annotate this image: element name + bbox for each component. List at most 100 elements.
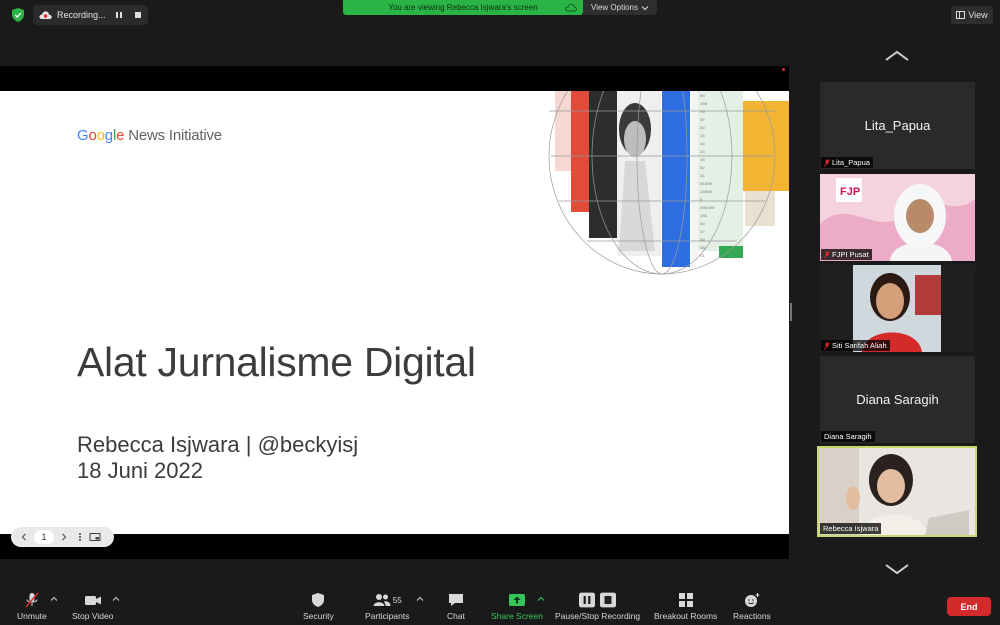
svg-text:64: 64	[700, 223, 705, 227]
logo-text: News Initiative	[124, 127, 222, 144]
svg-text:44: 44	[700, 143, 705, 147]
breakout-rooms-button[interactable]: Breakout Rooms	[654, 592, 717, 621]
muted-mic-icon	[824, 341, 830, 350]
audio-options-caret-icon[interactable]	[50, 596, 58, 602]
stop-icon	[600, 592, 617, 608]
logo-letter: G	[77, 127, 89, 144]
chevron-up-icon[interactable]	[884, 49, 910, 63]
cloud-icon	[565, 3, 577, 12]
chevron-down-icon	[641, 5, 649, 10]
chat-bubble-icon	[449, 594, 463, 606]
stop-video-label: Stop Video	[72, 611, 114, 621]
viewing-banner: You are viewing Rebecca Isjwara's screen	[343, 0, 583, 15]
more-options-icon[interactable]	[76, 532, 84, 542]
svg-text:38: 38	[700, 247, 705, 251]
active-speaker-tile[interactable]: Rebecca Isjwara	[817, 446, 977, 537]
shared-screen[interactable]: Google News Initiative 60 100 76 37 92 1…	[0, 66, 789, 559]
recording-label: Recording...	[57, 10, 106, 20]
top-bar: Recording... You are viewing Rebecca Isj…	[0, 0, 1000, 30]
participants-options-caret-icon[interactable]	[416, 596, 424, 602]
participant-tile[interactable]: FJP FJPI Pusat	[820, 174, 975, 261]
reactions-button[interactable]: Reactions	[733, 592, 771, 621]
logo-letter: o	[96, 127, 105, 144]
smiley-plus-icon	[744, 593, 760, 607]
chevron-down-icon[interactable]	[884, 562, 910, 576]
svg-text:41: 41	[700, 255, 705, 259]
stop-recording-icon[interactable]	[134, 11, 142, 19]
share-screen-button[interactable]: Share Screen	[491, 592, 543, 621]
next-slide-icon[interactable]	[59, 532, 69, 542]
svg-text:60: 60	[700, 95, 705, 99]
participant-tile[interactable]: Siti Sarifah Aliah	[820, 265, 975, 352]
svg-text:185: 185	[700, 215, 708, 219]
svg-text:23: 23	[700, 151, 705, 155]
participant-name: Rebecca Isjwara	[823, 524, 879, 533]
meeting-toolbar: Unmute Stop Video Security 55 Participan…	[0, 588, 1000, 625]
share-screen-icon	[508, 594, 525, 606]
page-number[interactable]: 1	[34, 530, 54, 544]
slide-author: Rebecca Isjwara | @beckyisj	[77, 432, 359, 457]
view-label: View	[968, 10, 988, 20]
breakout-rooms-icon	[678, 593, 693, 607]
chat-label: Chat	[447, 611, 465, 621]
view-button[interactable]: View	[951, 6, 993, 24]
chat-button[interactable]: Chat	[447, 592, 465, 621]
participant-name-center: Lita_Papua	[864, 118, 931, 133]
svg-text:92: 92	[700, 127, 705, 131]
share-options-caret-icon[interactable]	[537, 596, 545, 602]
panel-resize-handle[interactable]	[790, 303, 792, 321]
svg-text:99: 99	[700, 239, 705, 243]
security-shield-icon	[312, 593, 325, 607]
logo-letter: o	[88, 127, 97, 144]
stop-video-button[interactable]: Stop Video	[72, 592, 113, 621]
presenter-view-icon[interactable]	[89, 532, 101, 542]
svg-text:100: 100	[700, 103, 708, 107]
security-button[interactable]: Security	[303, 592, 334, 621]
reactions-label: Reactions	[733, 611, 771, 621]
participants-button[interactable]: 55 Participants	[365, 592, 409, 621]
google-news-initiative-logo: Google News Initiative	[77, 127, 222, 144]
participant-name: Diana Saragih	[824, 432, 872, 441]
participants-icon	[373, 594, 391, 606]
shield-icon	[12, 8, 24, 22]
logo-letter: e	[116, 127, 125, 144]
participant-label: FJPI Pusat	[821, 249, 872, 260]
svg-text:47: 47	[700, 231, 705, 235]
pause-recording-icon[interactable]	[115, 11, 123, 19]
participant-name: Siti Sarifah Aliah	[832, 341, 887, 350]
muted-mic-icon	[824, 158, 830, 167]
svg-text:206100: 206100	[700, 207, 715, 211]
svg-text:62: 62	[700, 167, 705, 171]
decorative-collage: 6010076 379218 442315 623181000 18000820…	[548, 91, 789, 275]
participant-label: Rebecca Isjwara	[820, 523, 882, 534]
viewing-banner-text: You are viewing Rebecca Isjwara's screen	[388, 3, 538, 12]
video-options-caret-icon[interactable]	[112, 596, 120, 602]
logo-letter: g	[104, 127, 113, 144]
muted-microphone-icon	[25, 592, 39, 608]
participant-label: Lita_Papua	[821, 157, 873, 168]
svg-text:31: 31	[700, 175, 705, 179]
participant-tile[interactable]: Lita_Papua Lita_Papua	[820, 82, 975, 169]
presentation-slide: Google News Initiative 60 100 76 37 92 1…	[0, 91, 789, 534]
svg-text:18: 18	[700, 135, 705, 139]
unmute-button[interactable]: Unmute	[17, 592, 47, 621]
pause-stop-recording-button[interactable]: Pause/Stop Recording	[555, 592, 640, 621]
svg-text:76: 76	[700, 111, 705, 115]
grid-view-icon	[956, 11, 966, 19]
participant-label: Siti Sarifah Aliah	[821, 340, 890, 351]
previous-slide-icon[interactable]	[19, 532, 29, 542]
participant-name: Lita_Papua	[832, 158, 870, 167]
participant-video: FJP	[820, 174, 975, 261]
svg-text:FJP: FJP	[840, 186, 860, 198]
slide-title: Alat Jurnalisme Digital	[77, 339, 476, 385]
participants-label: Participants	[365, 611, 410, 621]
cloud-recording-icon	[39, 11, 52, 19]
recording-indicator[interactable]: Recording...	[33, 5, 148, 25]
participant-tile[interactable]: Diana Saragih Diana Saragih	[820, 356, 975, 443]
pause-stop-recording-label: Pause/Stop Recording	[555, 611, 641, 621]
slide-pager: 1	[11, 527, 114, 547]
participants-count: 55	[392, 595, 402, 605]
security-label: Security	[303, 611, 334, 621]
view-options-button[interactable]: View Options	[583, 0, 657, 15]
end-meeting-button[interactable]: End	[947, 597, 991, 616]
